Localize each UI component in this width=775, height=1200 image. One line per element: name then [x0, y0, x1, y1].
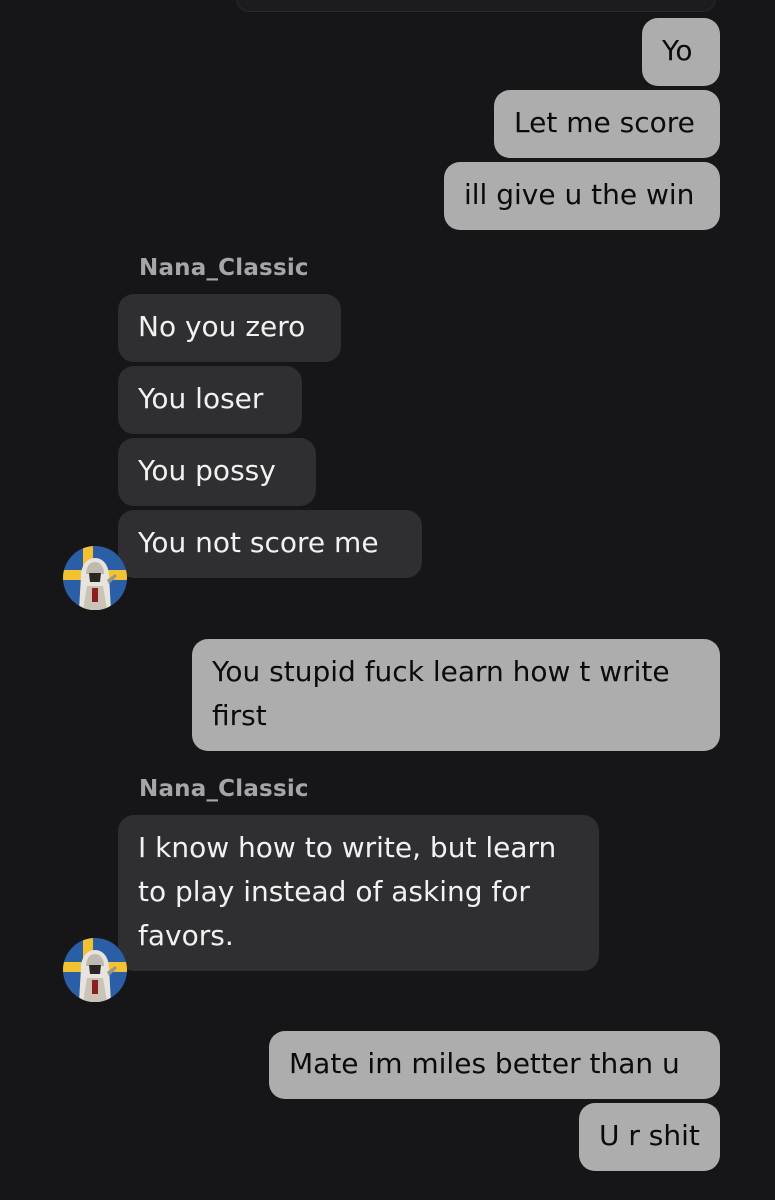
- sender-name: Nana_Classic: [139, 255, 309, 281]
- contact-avatar-icon[interactable]: [63, 546, 127, 610]
- message-outgoing[interactable]: U r shit: [579, 1103, 720, 1171]
- message-outgoing[interactable]: Yo: [642, 18, 720, 86]
- message-incoming[interactable]: No you zero: [118, 294, 341, 362]
- message-incoming[interactable]: You possy: [118, 438, 316, 506]
- message-incoming[interactable]: You loser: [118, 366, 302, 434]
- contact-avatar-icon[interactable]: [63, 938, 127, 1002]
- message-outgoing[interactable]: ill give u the win: [444, 162, 720, 230]
- message-incoming[interactable]: You not score me: [118, 510, 422, 578]
- previous-message-edge: [236, 0, 716, 12]
- message-outgoing[interactable]: You stupid fuck learn how t write first: [192, 639, 720, 751]
- message-outgoing[interactable]: Let me score: [494, 90, 720, 158]
- message-outgoing[interactable]: Mate im miles better than u: [269, 1031, 720, 1099]
- sender-name: Nana_Classic: [139, 776, 309, 802]
- message-incoming[interactable]: I know how to write, but learn to play i…: [118, 815, 599, 971]
